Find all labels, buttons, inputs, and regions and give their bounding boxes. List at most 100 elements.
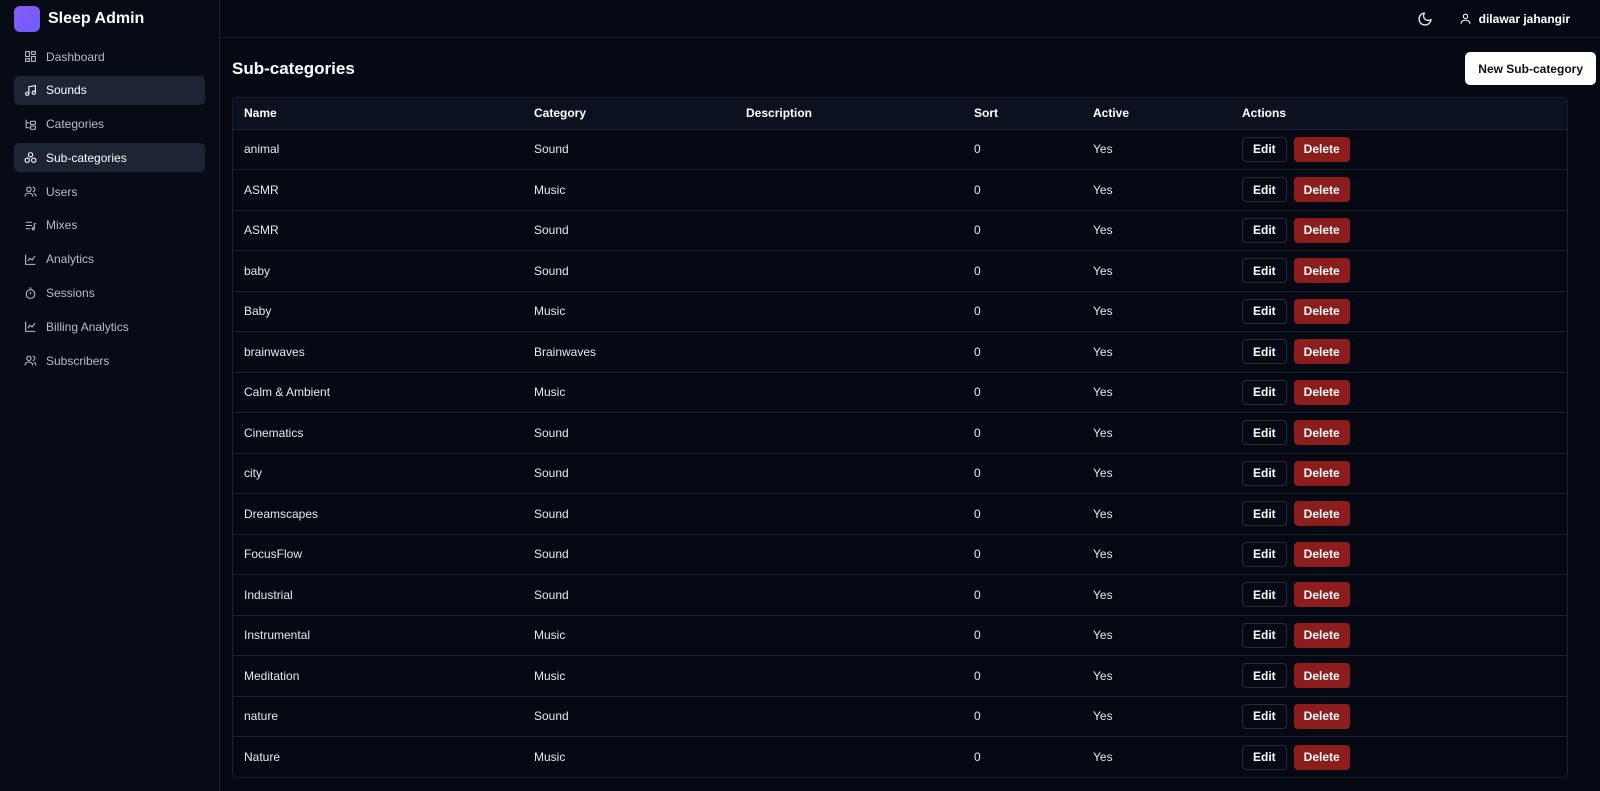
edit-button[interactable]: Edit xyxy=(1242,582,1287,608)
edit-button[interactable]: Edit xyxy=(1242,663,1287,689)
sidebar-item-sessions[interactable]: Sessions xyxy=(14,279,205,308)
sidebar-item-sounds[interactable]: Sounds xyxy=(14,75,205,105)
user-menu[interactable]: dilawar jahangir xyxy=(1459,12,1570,26)
sidebar-item-categories[interactable]: Categories xyxy=(14,110,205,139)
delete-button[interactable]: Delete xyxy=(1293,217,1350,243)
line-chart-icon xyxy=(24,320,37,333)
edit-button[interactable]: Edit xyxy=(1242,501,1287,527)
cell-category: Music xyxy=(534,304,566,319)
sidebar-item-dashboard[interactable]: Dashboard xyxy=(14,42,205,71)
edit-button[interactable]: Edit xyxy=(1242,420,1287,446)
cell-name: animal xyxy=(244,142,280,157)
cell-category: Sound xyxy=(534,425,569,440)
column-header-category[interactable]: Category xyxy=(523,98,735,129)
delete-button[interactable]: Delete xyxy=(1293,460,1350,486)
cell-sort: 0 xyxy=(974,750,981,764)
table-row: animal Sound 0 Yes Edit Delete xyxy=(233,129,1567,170)
main-area: dilawar jahangir Sub-categories New Sub-… xyxy=(220,0,1600,791)
sidebar-item-label: Mixes xyxy=(46,218,78,233)
sidebar-item-billing-analytics[interactable]: Billing Analytics xyxy=(14,312,205,341)
new-sub-category-button[interactable]: New Sub-category xyxy=(1465,52,1596,85)
cell-active: Yes xyxy=(1093,750,1113,764)
cell-sort: 0 xyxy=(974,628,981,643)
cell-active: Yes xyxy=(1093,425,1113,440)
delete-button[interactable]: Delete xyxy=(1293,298,1350,324)
delete-button[interactable]: Delete xyxy=(1293,663,1350,689)
cell-description xyxy=(735,332,963,373)
cell-sort: 0 xyxy=(974,182,981,197)
cell-sort: 0 xyxy=(974,587,981,602)
row-actions: Edit Delete xyxy=(1242,339,1567,365)
folder-tree-icon xyxy=(24,118,37,131)
sidebar-item-analytics[interactable]: Analytics xyxy=(14,245,205,274)
delete-button[interactable]: Delete xyxy=(1293,420,1350,446)
delete-button[interactable]: Delete xyxy=(1293,339,1350,365)
user-name: dilawar jahangir xyxy=(1478,11,1570,26)
cell-actions: Edit Delete xyxy=(1231,494,1567,535)
users-icon xyxy=(24,354,37,367)
cell-active: Yes xyxy=(1093,304,1113,319)
table-row: Nature Music 0 Yes Edit Delete xyxy=(233,736,1567,778)
edit-button[interactable]: Edit xyxy=(1242,136,1287,162)
column-header-description[interactable]: Description xyxy=(735,98,963,129)
cell-description xyxy=(735,656,963,697)
edit-button[interactable]: Edit xyxy=(1242,298,1287,324)
edit-button[interactable]: Edit xyxy=(1242,703,1287,729)
cell-category: Sound xyxy=(534,709,569,724)
delete-button[interactable]: Delete xyxy=(1293,703,1350,729)
column-header-active[interactable]: Active xyxy=(1082,98,1231,129)
cell-actions: Edit Delete xyxy=(1231,615,1567,656)
cell-actions: Edit Delete xyxy=(1231,291,1567,332)
sidebar-item-label: Users xyxy=(46,184,78,199)
delete-button[interactable]: Delete xyxy=(1293,136,1350,162)
cell-name: Nature xyxy=(244,750,281,764)
delete-button[interactable]: Delete xyxy=(1293,582,1350,608)
delete-button[interactable]: Delete xyxy=(1293,541,1350,567)
edit-button[interactable]: Edit xyxy=(1242,177,1287,203)
cell-actions: Edit Delete xyxy=(1231,737,1567,778)
cell-sort: 0 xyxy=(974,385,981,400)
app-shell: Sleep Admin Dashboard Sounds Categories Sub… xyxy=(0,0,1600,791)
row-actions: Edit Delete xyxy=(1242,744,1567,770)
column-header-name[interactable]: Name xyxy=(233,98,523,129)
column-header-actions: Actions xyxy=(1242,106,1287,121)
delete-button[interactable]: Delete xyxy=(1293,501,1350,527)
cell-name: Industrial xyxy=(244,587,293,602)
cell-active: Yes xyxy=(1093,182,1113,197)
edit-button[interactable]: Edit xyxy=(1242,217,1287,243)
shapes-icon xyxy=(24,151,37,164)
edit-button[interactable]: Edit xyxy=(1242,258,1287,284)
table-row: city Sound 0 Yes Edit Delete xyxy=(233,453,1567,494)
delete-button[interactable]: Delete xyxy=(1293,622,1350,648)
delete-button[interactable]: Delete xyxy=(1293,177,1350,203)
sidebar-item-users[interactable]: Users xyxy=(14,177,205,206)
sidebar-item-sub-categories[interactable]: Sub-categories xyxy=(14,143,205,173)
timer-icon xyxy=(24,287,37,300)
sidebar-item-label: Analytics xyxy=(46,252,95,267)
delete-button[interactable]: Delete xyxy=(1293,744,1350,770)
edit-button[interactable]: Edit xyxy=(1242,622,1287,648)
page-header: Sub-categories New Sub-category xyxy=(232,52,1596,85)
row-actions: Edit Delete xyxy=(1242,622,1567,648)
cell-active: Yes xyxy=(1093,142,1113,157)
edit-button[interactable]: Edit xyxy=(1242,744,1287,770)
delete-button[interactable]: Delete xyxy=(1293,258,1350,284)
edit-button[interactable]: Edit xyxy=(1242,339,1287,365)
sidebar-item-mixes[interactable]: Mixes xyxy=(14,211,205,240)
cell-sort: 0 xyxy=(974,344,981,359)
column-header-sort[interactable]: Sort xyxy=(963,98,1082,129)
delete-button[interactable]: Delete xyxy=(1293,379,1350,405)
sidebar-item-label: Sounds xyxy=(46,83,87,98)
edit-button[interactable]: Edit xyxy=(1242,460,1287,486)
brand[interactable]: Sleep Admin xyxy=(0,0,219,38)
cell-category: Music xyxy=(534,668,566,683)
sidebar-item-subscribers[interactable]: Subscribers xyxy=(14,346,205,375)
moon-icon[interactable] xyxy=(1417,11,1433,27)
edit-button[interactable]: Edit xyxy=(1242,379,1287,405)
sidebar: Sleep Admin Dashboard Sounds Categories Sub… xyxy=(0,0,220,791)
edit-button[interactable]: Edit xyxy=(1242,541,1287,567)
row-actions: Edit Delete xyxy=(1242,541,1567,567)
row-actions: Edit Delete xyxy=(1242,298,1567,324)
table-row: Baby Music 0 Yes Edit Delete xyxy=(233,291,1567,332)
sidebar-item-label: Dashboard xyxy=(46,49,105,64)
